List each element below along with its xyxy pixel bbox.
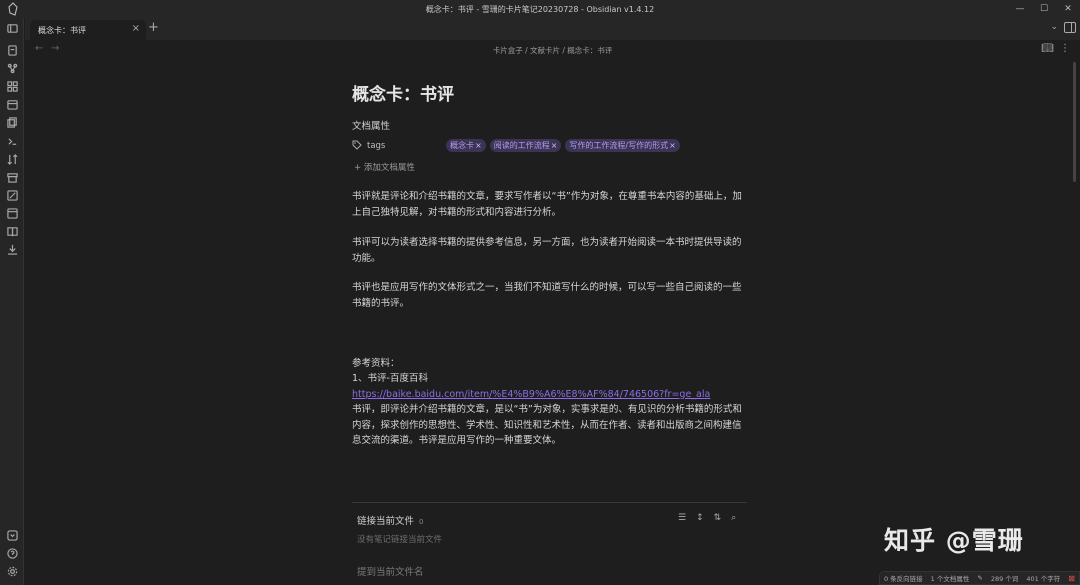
references-label[interactable]: 参考资料： xyxy=(352,356,747,372)
tag-pill[interactable]: 阅读的工作流程× xyxy=(489,139,562,152)
add-property-label: 添加文档属性 xyxy=(363,163,415,173)
no-backlinks-message: 没有笔记链接当前文件 xyxy=(357,535,443,545)
status-backlinks[interactable]: 0 条反向链接 xyxy=(884,573,923,583)
tag-pill-label: 写作的工作流程/写作的形式 xyxy=(569,141,669,150)
backlinks-count: 0 xyxy=(419,518,424,526)
layout-icon[interactable] xyxy=(6,207,18,219)
tag-pill-label: 概念卡 xyxy=(450,141,474,150)
property-key[interactable]: tags xyxy=(367,141,385,151)
reading-view-icon[interactable]: 📖︎ xyxy=(1041,43,1054,54)
right-sidebar-toggle-icon[interactable] xyxy=(1064,22,1076,33)
window-title: 概念卡：书评 - 雪珊的卡片笔记20230728 - Obsidian v1.4… xyxy=(425,5,655,14)
divider xyxy=(352,502,747,503)
sort-order-icon[interactable]: ⇅ xyxy=(714,513,722,523)
slides-icon[interactable] xyxy=(6,189,18,201)
remove-tag-icon[interactable]: × xyxy=(475,141,482,150)
canvas-icon[interactable] xyxy=(6,80,18,92)
tab-list-chevron-icon[interactable]: ⌄ xyxy=(1050,22,1058,32)
graph-view-icon[interactable] xyxy=(6,62,18,74)
list-view-icon[interactable]: ☰ xyxy=(678,513,686,523)
sync-error-icon[interactable]: ⊠ xyxy=(1068,574,1075,583)
tab-label: 概念卡：书评 xyxy=(38,26,86,35)
backlinks-header[interactable]: 链接当前文件 0 xyxy=(357,513,423,527)
add-property-button[interactable]: + 添加文档属性 xyxy=(354,161,415,173)
zhihu-watermark: 知乎 @雪珊 xyxy=(884,526,1024,555)
view-header: ← → 卡片盒子 / 文献卡片 / 概念卡：书评 📖︎ ⋮ xyxy=(25,40,1080,60)
status-chars: 401 个字符 xyxy=(1026,575,1061,583)
book-icon[interactable] xyxy=(6,225,18,237)
templates-icon[interactable] xyxy=(6,116,18,128)
reference-text[interactable]: 书评，即评论并介绍书籍的文章，是以“书”为对象，实事求是的、有见识的分析书籍的形… xyxy=(352,402,747,449)
tab-bar: 概念卡：书评 × + ⌄ xyxy=(25,18,1080,40)
backlinks-toolbar: ☰ ↕ ⇅ ⌕ xyxy=(678,513,736,523)
reference-link-line: https://baike.baidu.com/item/%E4%B9%A6%E… xyxy=(352,387,747,403)
sidebar-toggle-icon[interactable] xyxy=(6,22,18,34)
backlinks-title: 链接当前文件 xyxy=(357,516,415,527)
unlinked-mentions-header[interactable]: 提到当前文件名 xyxy=(357,564,424,578)
status-properties[interactable]: 1 个文档属性 xyxy=(931,573,970,583)
sort-icon[interactable] xyxy=(6,153,18,165)
tag-icon xyxy=(352,140,362,150)
vault-switcher-icon[interactable] xyxy=(6,529,18,541)
tag-pill-label: 阅读的工作流程 xyxy=(493,141,550,150)
command-palette-icon[interactable] xyxy=(6,135,18,147)
help-icon[interactable] xyxy=(6,547,18,559)
reference-item[interactable]: 1、书评-百度百科 xyxy=(352,371,747,387)
plus-icon: + xyxy=(354,163,364,173)
minimize-button[interactable]: — xyxy=(1008,0,1032,18)
settings-gear-icon[interactable] xyxy=(6,565,18,577)
properties-heading[interactable]: 文档属性 xyxy=(352,118,390,132)
close-tab-icon[interactable]: × xyxy=(132,23,140,34)
status-bar: 0 条反向链接 1 个文档属性 ✎ 289 个词 401 个字符 ⊠ xyxy=(878,571,1080,585)
remove-tag-icon[interactable]: × xyxy=(669,141,676,150)
pencil-icon[interactable]: ✎ xyxy=(977,574,982,582)
status-words: 289 个词 xyxy=(990,575,1019,583)
paragraph[interactable]: 书评就是评论和介绍书籍的文章，要求写作者以“书”作为对象，在尊重书本内容的基础上… xyxy=(352,189,747,220)
scrollbar[interactable] xyxy=(1073,62,1076,182)
reference-link[interactable]: https://baike.baidu.com/item/%E4%B9%A6%E… xyxy=(352,389,710,400)
tab-active-note[interactable]: 概念卡：书评 × xyxy=(30,20,146,40)
search-icon[interactable]: ⌕ xyxy=(731,513,736,523)
close-window-button[interactable]: ✕ xyxy=(1056,0,1080,18)
daily-note-icon[interactable] xyxy=(6,98,18,110)
import-icon[interactable] xyxy=(6,243,18,255)
tag-pill[interactable]: 概念卡× xyxy=(446,139,486,152)
title-bar: 概念卡：书评 - 雪珊的卡片笔记20230728 - Obsidian v1.4… xyxy=(0,0,1080,18)
remove-tag-icon[interactable]: × xyxy=(551,141,558,150)
paragraph[interactable]: 书评可以为读者选择书籍的提供参考信息，另一方面，也为读者开始阅读一本书时提供导读… xyxy=(352,235,747,266)
breadcrumb[interactable]: 卡片盒子 / 文献卡片 / 概念卡：书评 xyxy=(25,45,1080,56)
open-quick-switcher-icon[interactable] xyxy=(6,44,18,56)
more-options-icon[interactable]: ⋮ xyxy=(1060,43,1070,54)
new-tab-button[interactable]: + xyxy=(148,20,159,35)
tag-pill[interactable]: 写作的工作流程/写作的形式× xyxy=(565,139,680,152)
property-row-tags: tags 概念卡× 阅读的工作流程× 写作的工作流程/写作的形式× xyxy=(352,139,747,153)
collapse-icon[interactable]: ↕ xyxy=(696,513,704,523)
maximize-button[interactable]: ☐ xyxy=(1032,0,1056,18)
left-ribbon xyxy=(0,18,24,585)
note-title[interactable]: 概念卡：书评 xyxy=(352,80,454,105)
archive-icon[interactable] xyxy=(6,171,18,183)
paragraph[interactable]: 书评也是应用写作的文体形式之一，当我们不知道写什么的时候，可以写一些自己阅读的一… xyxy=(352,280,747,311)
